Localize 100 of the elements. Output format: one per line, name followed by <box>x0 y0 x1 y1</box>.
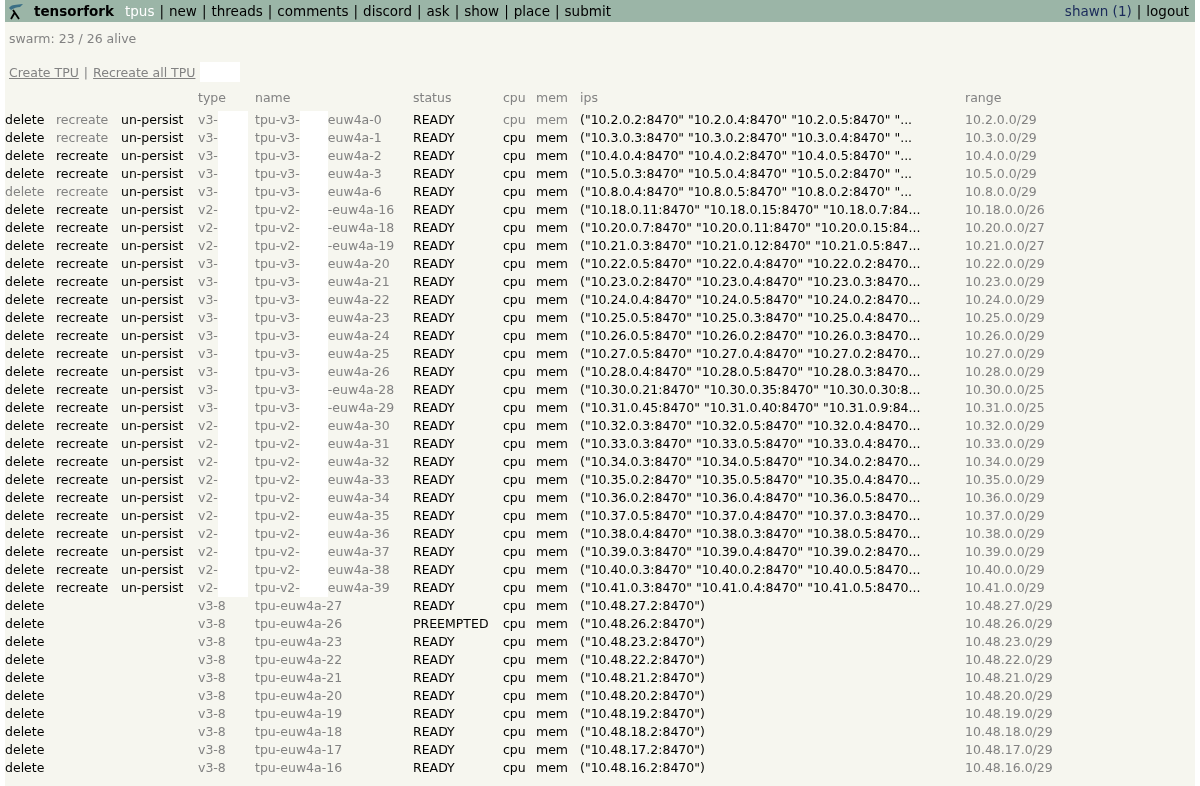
cpu-link[interactable]: cpu <box>503 364 526 379</box>
row-action-link[interactable]: delete <box>5 652 45 667</box>
row-action-link[interactable]: un-persist <box>121 292 184 307</box>
row-action-link[interactable]: un-persist <box>121 472 184 487</box>
row-action-link[interactable]: recreate <box>56 346 109 361</box>
cpu-link[interactable]: cpu <box>503 472 526 487</box>
cpu-link[interactable]: cpu <box>503 580 526 595</box>
row-action-link[interactable]: recreate <box>56 508 109 523</box>
mem-link[interactable]: mem <box>536 562 569 577</box>
cpu-link[interactable]: cpu <box>503 652 526 667</box>
mem-link[interactable]: mem <box>536 418 569 433</box>
mem-link[interactable]: mem <box>536 220 569 235</box>
cpu-link[interactable]: cpu <box>503 742 526 757</box>
mem-link[interactable]: mem <box>536 436 569 451</box>
row-action-link[interactable]: recreate <box>56 490 109 505</box>
row-action-link[interactable]: un-persist <box>121 148 184 163</box>
mem-link[interactable]: mem <box>536 508 569 523</box>
row-action-link[interactable]: recreate <box>56 580 109 595</box>
row-action-link[interactable]: delete <box>5 238 45 253</box>
row-action-link[interactable]: un-persist <box>121 184 184 199</box>
mem-link[interactable]: mem <box>536 634 569 649</box>
cpu-link[interactable]: cpu <box>503 418 526 433</box>
mem-link[interactable]: mem <box>536 544 569 559</box>
mem-link[interactable]: mem <box>536 292 569 307</box>
mem-link[interactable]: mem <box>536 148 569 163</box>
mem-link[interactable]: mem <box>536 166 569 181</box>
row-action-link[interactable]: recreate <box>56 148 109 163</box>
row-action-link[interactable]: delete <box>5 526 45 541</box>
user-link[interactable]: shawn (1) <box>1064 3 1132 19</box>
row-action-link[interactable]: recreate <box>56 202 109 217</box>
row-action-link[interactable]: delete <box>5 256 45 271</box>
mem-link[interactable]: mem <box>536 472 569 487</box>
cpu-link[interactable]: cpu <box>503 238 526 253</box>
mem-link[interactable]: mem <box>536 616 569 631</box>
cpu-link[interactable]: cpu <box>503 436 526 451</box>
row-action-link[interactable]: delete <box>5 166 45 181</box>
cpu-link[interactable]: cpu <box>503 382 526 397</box>
cpu-link[interactable]: cpu <box>503 292 526 307</box>
cpu-link[interactable]: cpu <box>503 220 526 235</box>
row-action-link[interactable]: recreate <box>56 256 109 271</box>
row-action-link[interactable]: delete <box>5 364 45 379</box>
mem-link[interactable]: mem <box>536 760 569 775</box>
row-action-link[interactable]: un-persist <box>121 364 184 379</box>
mem-link[interactable]: mem <box>536 742 569 757</box>
row-action-link[interactable]: recreate <box>56 418 109 433</box>
row-action-link[interactable]: recreate <box>56 292 109 307</box>
row-action-link[interactable]: recreate <box>56 220 109 235</box>
row-action-link[interactable]: delete <box>5 400 45 415</box>
row-action-link[interactable]: delete <box>5 724 45 739</box>
cpu-link[interactable]: cpu <box>503 508 526 523</box>
row-action-link[interactable]: un-persist <box>121 544 184 559</box>
cpu-link[interactable]: cpu <box>503 616 526 631</box>
mem-link[interactable]: mem <box>536 526 569 541</box>
cpu-link[interactable]: cpu <box>503 724 526 739</box>
cpu-link[interactable]: cpu <box>503 184 526 199</box>
cpu-link[interactable]: cpu <box>503 688 526 703</box>
row-action-link[interactable]: un-persist <box>121 112 184 127</box>
row-action-link[interactable]: recreate <box>56 328 109 343</box>
nav-link[interactable]: comments <box>277 3 349 19</box>
mem-link[interactable]: mem <box>536 490 569 505</box>
row-action-link[interactable]: un-persist <box>121 526 184 541</box>
mem-link[interactable]: mem <box>536 382 569 397</box>
row-action-link[interactable]: delete <box>5 382 45 397</box>
row-action-link[interactable]: delete <box>5 616 45 631</box>
row-action-link[interactable]: delete <box>5 202 45 217</box>
row-action-link[interactable]: un-persist <box>121 238 184 253</box>
cpu-link[interactable]: cpu <box>503 256 526 271</box>
nav-link[interactable]: place <box>513 3 550 19</box>
cpu-link[interactable]: cpu <box>503 454 526 469</box>
row-action-link[interactable]: un-persist <box>121 166 184 181</box>
row-action-link[interactable]: un-persist <box>121 220 184 235</box>
row-action-link[interactable]: un-persist <box>121 310 184 325</box>
row-action-link[interactable]: un-persist <box>121 580 184 595</box>
cpu-link[interactable]: cpu <box>503 328 526 343</box>
cpu-link[interactable]: cpu <box>503 148 526 163</box>
row-action-link[interactable]: delete <box>5 706 45 721</box>
row-action-link[interactable]: un-persist <box>121 418 184 433</box>
row-action-link[interactable]: delete <box>5 688 45 703</box>
mem-link[interactable]: mem <box>536 598 569 613</box>
row-action-link[interactable]: delete <box>5 148 45 163</box>
row-action-link[interactable]: recreate <box>56 274 109 289</box>
row-action-link[interactable]: delete <box>5 292 45 307</box>
row-action-link[interactable]: delete <box>5 418 45 433</box>
row-action-link[interactable]: un-persist <box>121 454 184 469</box>
row-action-link[interactable]: delete <box>5 760 45 775</box>
row-action-link[interactable]: delete <box>5 598 45 613</box>
mem-link[interactable]: mem <box>536 202 569 217</box>
row-action-link[interactable]: un-persist <box>121 256 184 271</box>
row-action-link[interactable]: recreate <box>56 382 109 397</box>
row-action-link[interactable]: delete <box>5 508 45 523</box>
mem-link[interactable]: mem <box>536 184 569 199</box>
row-action-link[interactable]: recreate <box>56 310 109 325</box>
row-action-link[interactable]: un-persist <box>121 400 184 415</box>
mem-link[interactable]: mem <box>536 364 569 379</box>
cpu-link[interactable]: cpu <box>503 274 526 289</box>
nav-link[interactable]: ask <box>426 3 450 19</box>
row-action-link[interactable]: delete <box>5 220 45 235</box>
cpu-link[interactable]: cpu <box>503 544 526 559</box>
row-action-link[interactable]: recreate <box>56 454 109 469</box>
row-action-link[interactable]: recreate <box>56 364 109 379</box>
